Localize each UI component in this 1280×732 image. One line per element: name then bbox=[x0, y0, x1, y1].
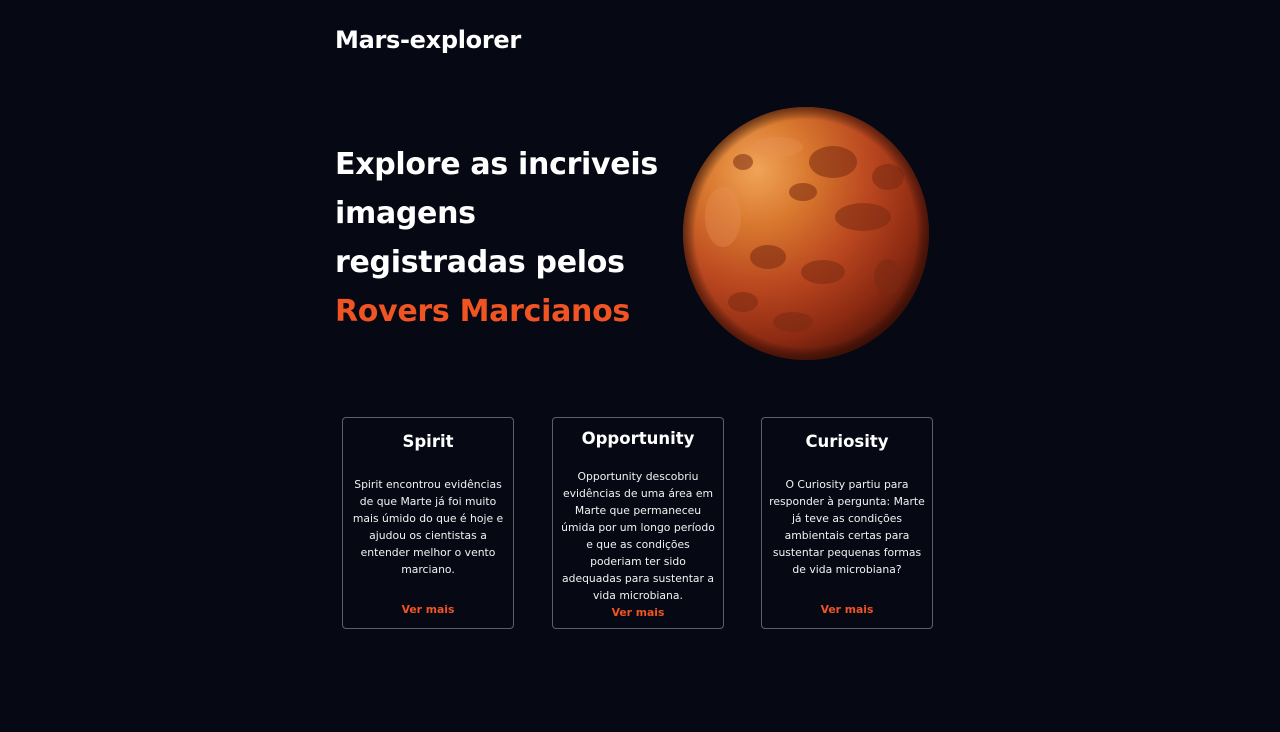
hero-title-line: Explore as incriveis bbox=[335, 147, 658, 182]
mars-planet-image bbox=[683, 107, 929, 360]
rover-card-spirit: Spirit Spirit encontrou evidências de qu… bbox=[342, 417, 514, 629]
rover-card-curiosity: Curiosity O Curiosity partiu para respon… bbox=[761, 417, 933, 629]
card-title: Spirit bbox=[402, 432, 454, 451]
site-logo[interactable]: Mars-explorer bbox=[335, 24, 521, 56]
card-title: Curiosity bbox=[805, 432, 889, 451]
hero-title: Explore as incriveis imagens registradas… bbox=[335, 140, 675, 336]
ver-mais-link[interactable]: Ver mais bbox=[762, 603, 932, 617]
hero-title-line: imagens bbox=[335, 196, 476, 231]
rover-card-opportunity: Opportunity Opportunity descobriu evidên… bbox=[552, 417, 724, 629]
card-description: Spirit encontrou evidências de que Marte… bbox=[352, 478, 504, 576]
hero-title-accent: Rovers Marcianos bbox=[335, 294, 630, 329]
ver-mais-link[interactable]: Ver mais bbox=[553, 606, 723, 620]
page: Mars-explorer Explore as incriveis image… bbox=[0, 0, 1280, 732]
card-description: O Curiosity partiu para responder à perg… bbox=[769, 478, 925, 576]
card-description: Opportunity descobriu evidências de uma … bbox=[561, 470, 715, 602]
ver-mais-link[interactable]: Ver mais bbox=[343, 603, 513, 617]
card-title: Opportunity bbox=[581, 429, 695, 448]
hero-title-line: registradas pelos bbox=[335, 245, 625, 280]
